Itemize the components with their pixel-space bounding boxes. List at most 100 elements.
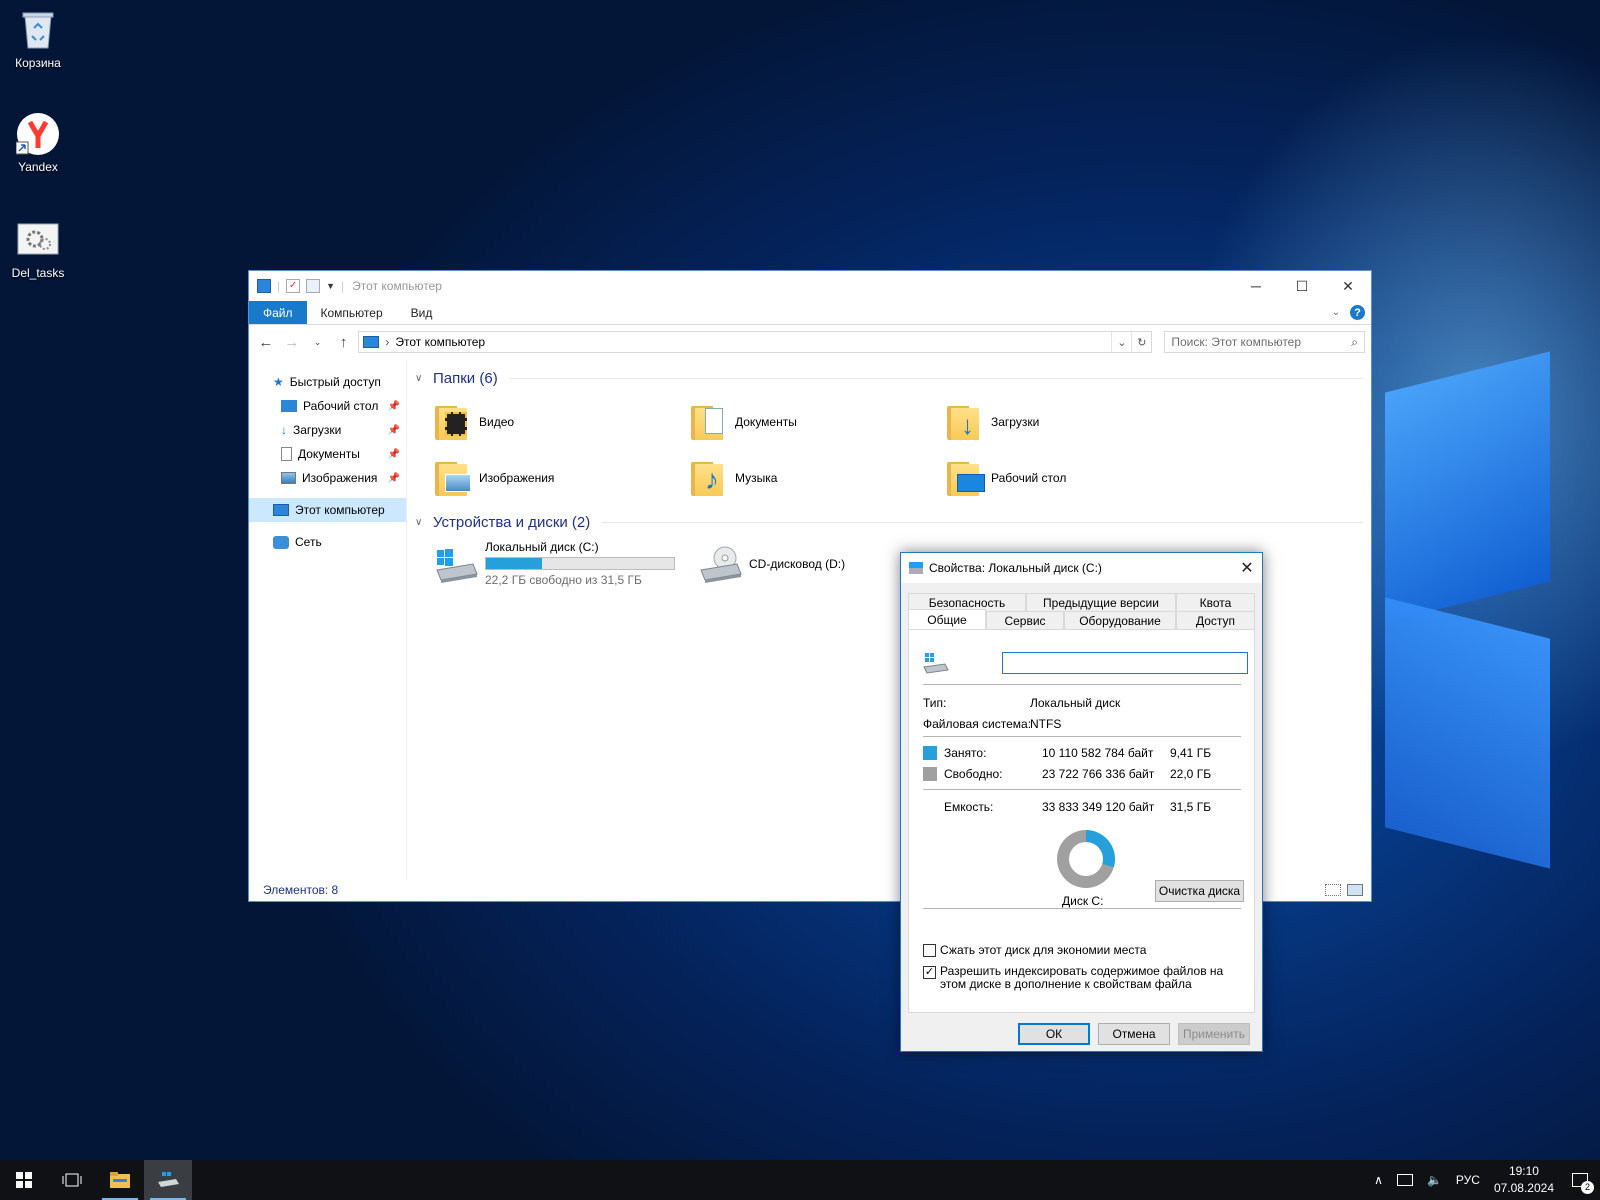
cancel-button[interactable]: Отмена [1098,1023,1170,1045]
back-button[interactable]: ← [255,331,277,353]
tab-hardware[interactable]: Оборудование [1064,611,1176,629]
desktop-icon-yandex[interactable]: Yandex [0,112,76,174]
help-icon[interactable]: ? [1350,305,1365,320]
recycle-bin-icon [16,8,60,52]
nav-item-desktop[interactable]: Рабочий стол 📌 [249,394,406,418]
wallpaper-pane [1385,597,1550,869]
search-input[interactable]: Поиск: Этот компьютер ⌕ [1164,331,1366,353]
pin-icon: 📌 [387,472,400,484]
picture-icon [281,472,296,484]
star-icon: ★ [273,375,284,389]
nav-item-downloads[interactable]: ↓ Загрузки 📌 [249,418,406,442]
compress-checkbox[interactable] [923,944,936,957]
document-icon [281,447,292,461]
group-title: Папки (6) [433,369,498,387]
used-gb: 9,41 ГБ [1170,746,1212,760]
navigation-pane: ★ Быстрый доступ Рабочий стол 📌 ↓ Загруз… [249,360,407,879]
free-space-swatch [923,767,937,781]
nav-item-network[interactable]: Сеть [249,530,406,554]
nav-item-pictures[interactable]: Изображения 📌 [249,466,406,490]
taskbar-drive-properties[interactable] [144,1160,192,1200]
close-button[interactable]: ✕ [1325,271,1371,301]
tab-row-2: Общие Сервис Оборудование Доступ [908,609,1255,629]
folder-music[interactable]: ♪ Музыка [689,450,945,506]
desktop-icon [281,400,297,412]
large-icons-view-icon[interactable] [1347,884,1363,896]
breadcrumb-separator-icon: › [385,335,390,349]
tab-file[interactable]: Файл [249,301,307,324]
desktop-icon-del-tasks[interactable]: Del_tasks [0,218,76,280]
group-title: Устройства и диски (2) [433,513,591,531]
apply-button[interactable]: Применить [1178,1023,1250,1045]
drive-name: Локальный диск (C:) [485,540,599,554]
address-bar[interactable]: › Этот компьютер ⌄ ↻ [358,331,1153,353]
new-folder-icon[interactable] [306,279,321,293]
disk-cleanup-button[interactable]: Очистка диска [1155,880,1244,902]
chevron-down-icon: ∨ [415,516,423,528]
free-gb: 22,0 ГБ [1170,767,1212,781]
dialog-title: Свойства: Локальный диск (C:) [929,561,1102,575]
clock[interactable]: 19:10 07.08.2024 [1494,1163,1554,1197]
nav-item-quick-access[interactable]: ★ Быстрый доступ [249,370,406,394]
refresh-icon[interactable]: ↻ [1131,332,1151,352]
nav-item-this-pc[interactable]: Этот компьютер [249,498,406,522]
drive-c[interactable]: Локальный диск (C:) 22,2 ГБ свободно из … [433,540,689,587]
tab-quota[interactable]: Квота [1176,593,1255,611]
nav-label: Этот компьютер [295,503,385,517]
nav-label: Загрузки [293,423,342,437]
minimize-button[interactable]: ─ [1233,271,1279,301]
properties-icon[interactable]: ✓ [286,279,301,293]
tab-computer[interactable]: Компьютер [307,301,397,324]
folder-label: Музыка [735,471,778,485]
nav-label: Быстрый доступ [289,375,381,389]
dialog-close-button[interactable]: ✕ [1232,558,1262,578]
tab-tools[interactable]: Сервис [986,611,1064,629]
nav-item-documents[interactable]: Документы 📌 [249,442,406,466]
nav-label: Документы [298,447,360,461]
local-disk-icon [433,544,479,584]
volume-icon[interactable]: 🔈 [1427,1173,1442,1187]
network-status-icon[interactable] [1396,1174,1413,1186]
folder-downloads[interactable]: ↓ Загрузки [945,394,1201,450]
address-dropdown-icon[interactable]: ⌄ [1111,332,1131,352]
volume-label-input[interactable] [1002,652,1248,674]
folder-videos[interactable]: Видео [433,394,689,450]
tab-sharing[interactable]: Доступ [1176,611,1255,629]
devices-group-header[interactable]: ∨ Устройства и диски (2) [415,510,1363,534]
index-checkbox[interactable]: ✓ [923,966,936,979]
pin-icon: 📌 [387,448,400,460]
folder-pictures[interactable]: Изображения [433,450,689,506]
tab-general[interactable]: Общие [908,609,986,629]
video-folder-icon [433,402,473,442]
customize-toolbar-icon[interactable]: ▼ [326,281,335,291]
folder-label: Видео [479,415,515,429]
drive-usage-fill [486,558,542,569]
forward-button[interactable]: → [281,331,303,353]
recent-locations-button[interactable]: ⌄ [307,331,329,353]
desktop-icon-recycle-bin[interactable]: Корзина [0,8,76,70]
type-label: Тип: [923,696,947,710]
input-language[interactable]: РУС [1456,1173,1480,1187]
windows-logo-icon [16,1172,32,1188]
folders-group-header[interactable]: ∨ Папки (6) [415,366,1363,390]
start-button[interactable] [0,1160,48,1200]
details-view-icon[interactable] [1325,884,1341,896]
settings-file-icon [16,218,60,262]
general-tab-panel: Тип: Локальный диск Файловая система: NT… [908,629,1255,1013]
folders-grid: Видео Документы ↓ Загрузки Изображения ♪… [415,394,1363,506]
tab-previous-versions[interactable]: Предыдущие версии [1026,593,1176,611]
ribbon: Файл Компьютер Вид ⌄ ? [249,301,1371,325]
maximize-button[interactable]: ☐ [1279,271,1325,301]
taskbar: ∧ 🔈 РУС 19:10 07.08.2024 2 [0,1160,1600,1200]
notification-center-button[interactable]: 2 [1568,1168,1594,1194]
up-button[interactable]: ↑ [333,331,355,353]
expand-ribbon-icon[interactable]: ⌄ [1332,307,1340,318]
tab-view[interactable]: Вид [397,301,447,324]
taskbar-file-explorer[interactable] [96,1160,144,1200]
folder-documents[interactable]: Документы [689,394,945,450]
ok-button[interactable]: ОК [1018,1023,1090,1045]
show-hidden-icons-icon[interactable]: ∧ [1374,1173,1383,1187]
folder-desktop[interactable]: Рабочий стол [945,450,1201,506]
task-view-button[interactable] [48,1160,96,1200]
system-tray: ∧ 🔈 РУС 19:10 07.08.2024 2 [1374,1160,1600,1200]
